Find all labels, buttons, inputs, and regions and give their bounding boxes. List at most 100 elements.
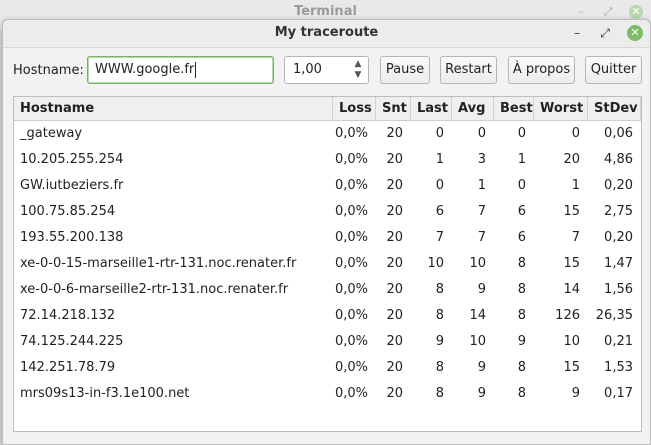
table-row[interactable]: 74.125.244.225 0,0% 20 9 10 9 10 0,21 — [14, 329, 641, 355]
column-header-loss[interactable]: Loss — [333, 97, 376, 120]
cell-snt: 20 — [386, 230, 403, 245]
cell-last: 8 — [435, 360, 444, 375]
cell-stdev: 26,35 — [595, 308, 633, 323]
cell-stdev: 1,56 — [604, 282, 633, 297]
cell-avg: 14 — [469, 308, 486, 323]
table-row[interactable]: xe-0-0-6-marseille2-rtr-131.noc.renater.… — [14, 277, 641, 303]
column-header-best[interactable]: Best — [494, 97, 534, 120]
cell-stdev: 0,06 — [604, 126, 633, 141]
cell-last: 9 — [435, 334, 444, 349]
cell-best: 8 — [517, 386, 526, 401]
cell-hostname: GW.iutbeziers.fr — [20, 178, 124, 193]
cell-worst: 15 — [563, 360, 580, 375]
cell-snt: 20 — [386, 334, 403, 349]
cell-avg: 3 — [477, 152, 486, 167]
cell-best: 8 — [517, 360, 526, 375]
background-window-title: Terminal — [294, 4, 357, 19]
toolbar: Hostname: WWW.google.fr 1,00 ▲ ▼ Pause R… — [3, 47, 650, 93]
cell-last: 7 — [435, 230, 444, 245]
background-close-icon: ✕ — [629, 5, 643, 19]
cell-worst: 14 — [563, 282, 580, 297]
cell-loss: 0,0% — [334, 230, 368, 245]
cell-snt: 20 — [386, 308, 403, 323]
cell-loss: 0,0% — [334, 282, 368, 297]
cell-last: 10 — [427, 256, 444, 271]
table-row[interactable]: 10.205.255.254 0,0% 20 1 3 1 20 4,86 — [14, 147, 641, 173]
hostname-input-value: WWW.google.fr — [95, 62, 195, 77]
cell-snt: 20 — [386, 178, 403, 193]
cell-stdev: 2,75 — [604, 204, 633, 219]
cell-best: 1 — [517, 152, 526, 167]
table-row[interactable]: mrs09s13-in-f3.1e100.net 0,0% 20 8 9 8 9 0,17 — [14, 381, 641, 407]
minimize-icon[interactable]: – — [569, 25, 585, 41]
cell-best: 0 — [517, 126, 526, 141]
cell-worst: 126 — [555, 308, 580, 323]
table-row[interactable]: 142.251.78.79 0,0% 20 8 9 8 15 1,53 — [14, 355, 641, 381]
cell-best: 0 — [517, 178, 526, 193]
cell-worst: 9 — [571, 386, 580, 401]
cell-snt: 20 — [386, 282, 403, 297]
table-row[interactable]: GW.iutbeziers.fr 0,0% 20 0 1 0 1 0,20 — [14, 173, 641, 199]
cell-stdev: 0,21 — [604, 334, 633, 349]
column-header-stdev[interactable]: StDev — [588, 97, 641, 120]
about-button[interactable]: À propos — [508, 56, 575, 84]
cell-best: 9 — [517, 334, 526, 349]
cell-hostname: 10.205.255.254 — [20, 152, 124, 167]
cell-worst: 15 — [563, 204, 580, 219]
cell-loss: 0,0% — [334, 360, 368, 375]
cell-avg: 1 — [477, 178, 486, 193]
cell-hostname: mrs09s13-in-f3.1e100.net — [20, 386, 190, 401]
decrement-icon[interactable]: ▼ — [353, 70, 363, 80]
background-minimize-icon: – — [578, 5, 584, 18]
text-caret — [195, 62, 196, 78]
increment-icon[interactable]: ▲ — [353, 59, 363, 69]
cell-loss: 0,0% — [334, 204, 368, 219]
interval-spinbox[interactable]: 1,00 ▲ ▼ — [284, 56, 369, 84]
cell-snt: 20 — [386, 126, 403, 141]
window-title: My traceroute — [274, 25, 379, 40]
cell-hostname: xe-0-0-6-marseille2-rtr-131.noc.renater.… — [20, 282, 289, 297]
column-header-avg[interactable]: Avg — [452, 97, 494, 120]
column-header-worst[interactable]: Worst — [534, 97, 588, 120]
column-header-snt[interactable]: Snt — [376, 97, 411, 120]
background-restore-icon: ⤢ — [603, 5, 613, 18]
table-row[interactable]: 72.14.218.132 0,0% 20 8 14 8 126 26,35 — [14, 303, 641, 329]
cell-worst: 7 — [571, 230, 580, 245]
cell-last: 1 — [435, 152, 444, 167]
cell-stdev: 0,17 — [604, 386, 633, 401]
cell-best: 8 — [517, 308, 526, 323]
restart-button[interactable]: Restart — [440, 56, 497, 84]
cell-snt: 20 — [386, 204, 403, 219]
hostname-label: Hostname: — [13, 63, 84, 78]
cell-snt: 20 — [386, 386, 403, 401]
traceroute-window: My traceroute – ⤢ ✕ Hostname: WWW.google… — [2, 19, 651, 445]
cell-snt: 20 — [386, 256, 403, 271]
cell-loss: 0,0% — [334, 334, 368, 349]
cell-avg: 10 — [469, 256, 486, 271]
cell-avg: 7 — [477, 204, 486, 219]
cell-worst: 20 — [563, 152, 580, 167]
cell-hostname: 72.14.218.132 — [20, 308, 116, 323]
cell-worst: 15 — [563, 256, 580, 271]
cell-loss: 0,0% — [334, 126, 368, 141]
pause-button[interactable]: Pause — [380, 56, 430, 84]
table-row[interactable]: xe-0-0-15-marseille1-rtr-131.noc.renater… — [14, 251, 641, 277]
cell-worst: 10 — [563, 334, 580, 349]
cell-snt: 20 — [386, 152, 403, 167]
cell-hostname: 74.125.244.225 — [20, 334, 124, 349]
cell-loss: 0,0% — [334, 178, 368, 193]
cell-last: 0 — [435, 178, 444, 193]
hostname-input[interactable]: WWW.google.fr — [87, 56, 274, 84]
restore-icon[interactable]: ⤢ — [597, 25, 613, 41]
table-row[interactable]: _gateway 0,0% 20 0 0 0 0 0,06 — [14, 121, 641, 147]
cell-avg: 7 — [477, 230, 486, 245]
table-row[interactable]: 193.55.200.138 0,0% 20 7 7 6 7 0,20 — [14, 225, 641, 251]
quit-button[interactable]: Quitter — [585, 56, 642, 84]
cell-best: 6 — [517, 204, 526, 219]
column-header-last[interactable]: Last — [411, 97, 452, 120]
table-row[interactable]: 100.75.85.254 0,0% 20 6 7 6 15 2,75 — [14, 199, 641, 225]
column-header-hostname[interactable]: Hostname — [14, 97, 333, 120]
cell-loss: 0,0% — [334, 386, 368, 401]
close-icon[interactable]: ✕ — [627, 25, 643, 41]
cell-loss: 0,0% — [334, 308, 368, 323]
